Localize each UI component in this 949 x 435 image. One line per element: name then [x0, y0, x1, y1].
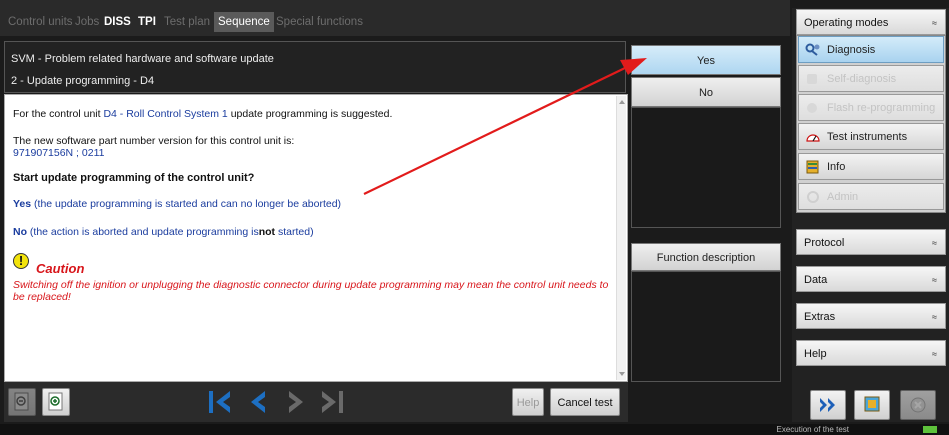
extras-label: Extras	[804, 311, 836, 323]
tab-test-plan[interactable]: Test plan	[162, 12, 212, 32]
bottom-toolbar: Help Cancel test	[4, 382, 628, 422]
chevron-right-icon	[289, 391, 303, 413]
yes-word: Yes	[13, 198, 32, 210]
yes-explanation: Yes (the update programming is started a…	[13, 198, 341, 210]
expand-icon: ≈	[932, 312, 937, 322]
next-step-button[interactable]	[280, 387, 310, 417]
top-tab-bar: Control units Jobs DISS TPI Test plan Se…	[0, 0, 790, 36]
zoom-in-icon	[48, 392, 63, 411]
scroll-down-icon[interactable]	[619, 372, 625, 376]
mode-self-diagnosis[interactable]: Self-diagnosis	[798, 65, 944, 92]
mode-admin[interactable]: Admin	[798, 183, 944, 210]
tab-jobs[interactable]: Jobs	[73, 12, 101, 32]
question-text: Start update programming of the control …	[13, 172, 255, 184]
chevron-left-icon	[251, 391, 265, 413]
mode-info[interactable]: Info	[798, 153, 944, 180]
skip-last-icon	[322, 391, 343, 413]
status-indicator	[923, 426, 937, 433]
content-scrollbar[interactable]	[616, 96, 626, 380]
status-bar: Execution of the test	[0, 424, 949, 435]
help-section-label: Help	[804, 348, 827, 360]
protocol-header[interactable]: Protocol ≈	[796, 229, 946, 255]
mode-admin-label: Admin	[827, 191, 859, 203]
tab-tpi[interactable]: TPI	[136, 12, 158, 32]
answer-panel-empty	[631, 107, 781, 228]
flash-icon	[807, 103, 817, 113]
previous-step-button[interactable]	[244, 387, 274, 417]
header-title: SVM - Problem related hardware and softw…	[11, 53, 274, 65]
instruction-panel: For the control unit D4 - Roll Control S…	[4, 94, 628, 382]
software-version-line: The new software part number version for…	[13, 135, 295, 147]
protocol-label: Protocol	[804, 237, 845, 249]
no-text-a: (the action is aborted and update progra…	[29, 226, 259, 238]
no-explanation: No (the action is aborted and update pro…	[13, 226, 314, 238]
gauge-icon	[806, 134, 820, 142]
double-chevron-right-icon	[820, 398, 835, 412]
forward-button[interactable]	[810, 390, 846, 420]
extras-header[interactable]: Extras ≈	[796, 303, 946, 329]
tab-diss[interactable]: DISS	[102, 12, 133, 32]
no-button[interactable]: No	[631, 77, 781, 107]
close-icon	[910, 397, 926, 413]
admin-icon	[807, 191, 819, 203]
expand-icon: ≈	[932, 238, 937, 248]
zoom-out-icon	[14, 392, 29, 411]
mode-diagnosis[interactable]: Diagnosis	[798, 36, 944, 63]
expand-icon: ≈	[932, 349, 937, 359]
fit-screen-button[interactable]	[854, 390, 890, 420]
fit-screen-icon	[864, 396, 880, 412]
tab-control-units[interactable]: Control units	[6, 12, 75, 32]
control-unit-name: D4 - Roll Control System 1	[103, 108, 228, 120]
no-text-not: not	[258, 226, 276, 238]
expand-icon: ≈	[932, 275, 937, 285]
zoom-out-button[interactable]	[8, 388, 36, 416]
mode-diagnosis-label: Diagnosis	[827, 44, 876, 56]
intro-prefix: For the control unit	[13, 108, 101, 120]
operating-modes-header[interactable]: Operating modes ≈	[796, 9, 946, 35]
intro-suffix: update programming is suggested.	[230, 108, 393, 120]
data-label: Data	[804, 274, 828, 286]
help-button[interactable]: Help	[512, 388, 544, 416]
scroll-up-icon[interactable]	[619, 100, 625, 104]
stethoscope-icon	[805, 43, 820, 56]
no-text-b: started)	[277, 226, 314, 238]
tab-sequence[interactable]: Sequence	[214, 12, 274, 32]
sequence-header: SVM - Problem related hardware and softw…	[4, 41, 626, 93]
mode-self-diagnosis-label: Self-diagnosis	[827, 73, 897, 85]
mode-flash-label: Flash re-programming	[827, 102, 936, 114]
operating-modes-label: Operating modes	[804, 17, 889, 29]
caution-title: Caution	[36, 261, 85, 276]
caution-icon: !	[13, 253, 29, 269]
intro-line: For the control unit D4 - Roll Control S…	[13, 108, 392, 120]
close-session-button[interactable]	[900, 390, 936, 420]
tab-special-functions[interactable]: Special functions	[274, 12, 365, 32]
cancel-test-button[interactable]: Cancel test	[550, 388, 620, 416]
status-text: Execution of the test	[776, 425, 850, 434]
skip-first-icon	[209, 391, 230, 413]
help-header[interactable]: Help ≈	[796, 340, 946, 366]
data-header[interactable]: Data ≈	[796, 266, 946, 292]
self-diagnosis-icon	[807, 74, 817, 84]
function-description-button[interactable]: Function description	[631, 243, 781, 271]
first-step-button[interactable]	[206, 387, 236, 417]
yes-button[interactable]: Yes	[631, 45, 781, 75]
book-icon	[806, 160, 819, 174]
header-step: 2 - Update programming - D4	[11, 75, 155, 87]
mode-test-instruments[interactable]: Test instruments	[798, 123, 944, 150]
mode-flash-reprogramming[interactable]: Flash re-programming	[798, 94, 944, 121]
yes-text: (the update programming is started and c…	[34, 198, 342, 210]
mode-test-instruments-label: Test instruments	[827, 131, 908, 143]
mode-info-label: Info	[827, 161, 846, 173]
collapse-icon: ≈	[932, 18, 937, 28]
caution-text: Switching off the ignition or unplugging…	[13, 279, 609, 303]
function-description-panel	[631, 271, 781, 382]
no-word: No	[13, 226, 27, 238]
zoom-in-button[interactable]	[42, 388, 70, 416]
sidebar-actions	[796, 386, 946, 422]
last-step-button[interactable]	[316, 387, 346, 417]
part-number: 971907156N ; 0211	[13, 147, 105, 159]
